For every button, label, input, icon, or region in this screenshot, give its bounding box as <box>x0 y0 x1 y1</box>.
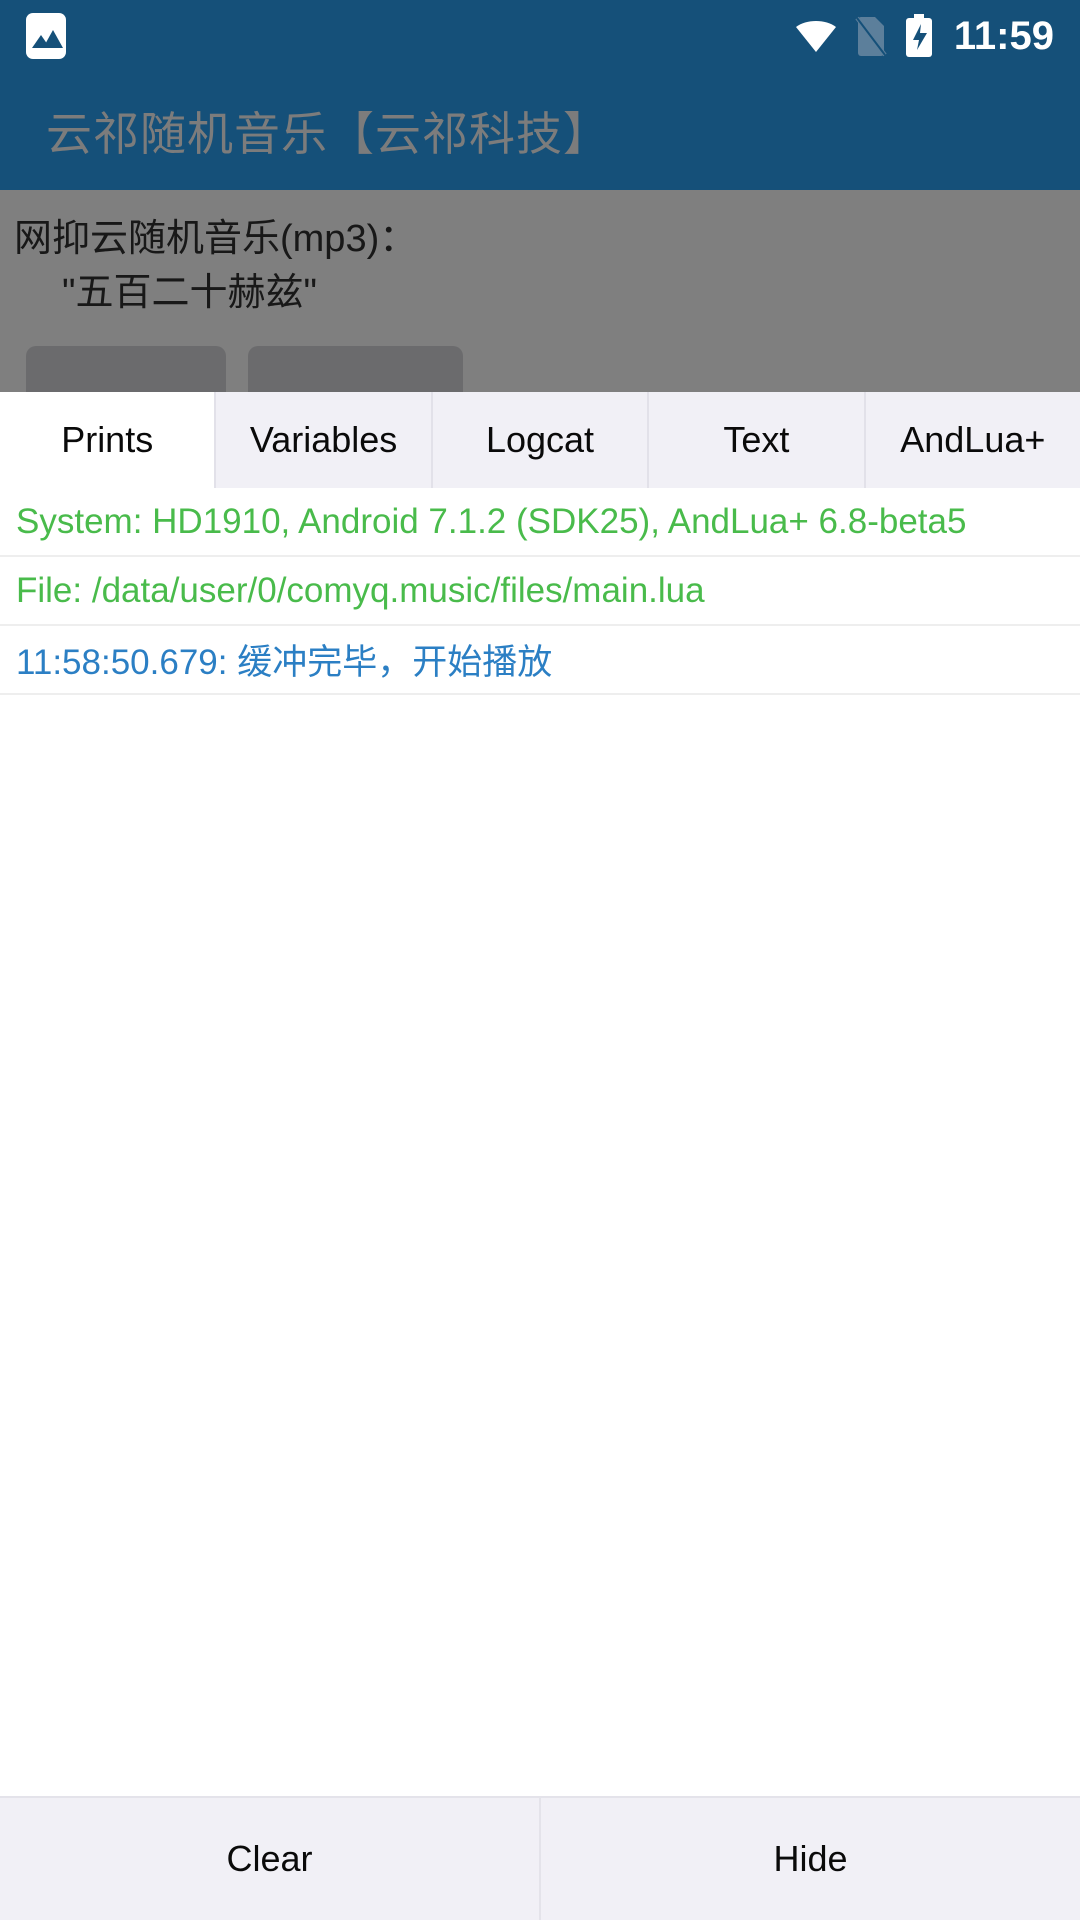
page-title: 云祁随机音乐【云祁科技】 <box>46 108 610 160</box>
battery-charging-icon <box>904 14 934 58</box>
tab-andlua-label: AndLua+ <box>900 419 1046 460</box>
log-row-text: 11:58:50.679: 缓冲完毕，开始播放 <box>16 643 553 682</box>
tab-text-label: Text <box>723 419 790 460</box>
screen-root: 11:59 云祁随机音乐【云祁科技】 网抑云随机音乐(mp3)： "五百二十赫兹… <box>0 0 1080 1920</box>
status-bar: 11:59 <box>0 0 1080 72</box>
console-panel: Prints Variables Logcat Text AndLua+ Sys… <box>0 392 1080 1920</box>
console-tab-bar: Prints Variables Logcat Text AndLua+ <box>0 392 1080 488</box>
status-bar-system-icons: 11:59 <box>794 14 1054 58</box>
clear-button[interactable]: Clear <box>0 1798 539 1920</box>
clear-button-label: Clear <box>226 1838 313 1879</box>
tab-variables-label: Variables <box>249 419 398 460</box>
log-row-text: System: HD1910, Android 7.1.2 (SDK25), A… <box>16 501 967 541</box>
no-sim-card-icon <box>854 15 888 57</box>
log-row-text: File: /data/user/0/comyq.music/files/mai… <box>16 570 705 610</box>
status-bar-clock: 11:59 <box>953 14 1054 58</box>
log-row: File: /data/user/0/comyq.music/files/mai… <box>0 557 1080 626</box>
wifi-icon <box>794 19 838 53</box>
log-row: System: HD1910, Android 7.1.2 (SDK25), A… <box>0 488 1080 557</box>
console-bottom-bar: Clear Hide <box>0 1796 1080 1920</box>
hide-button[interactable]: Hide <box>539 1798 1080 1920</box>
console-log-list[interactable]: System: HD1910, Android 7.1.2 (SDK25), A… <box>0 488 1080 1796</box>
action-bar: 云祁随机音乐【云祁科技】 <box>0 72 1080 190</box>
tab-text[interactable]: Text <box>649 392 866 488</box>
tab-prints[interactable]: Prints <box>0 392 217 488</box>
tab-andlua[interactable]: AndLua+ <box>865 392 1080 488</box>
image-icon <box>26 13 66 59</box>
status-bar-notifications <box>26 13 66 59</box>
tab-logcat[interactable]: Logcat <box>432 392 650 488</box>
hide-button-label: Hide <box>773 1838 848 1879</box>
tab-logcat-label: Logcat <box>485 419 595 460</box>
tab-variables[interactable]: Variables <box>216 392 433 488</box>
log-row: 11:58:50.679: 缓冲完毕，开始播放 <box>0 626 1080 695</box>
tab-prints-label: Prints <box>61 419 154 460</box>
